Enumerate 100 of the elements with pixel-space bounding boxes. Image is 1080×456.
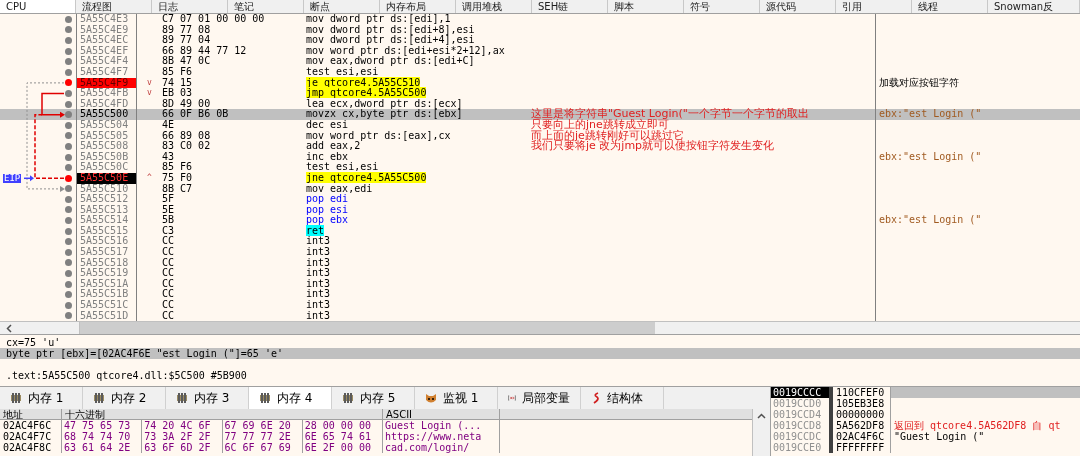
- address-cell: 5A55C500: [77, 109, 137, 120]
- address-cell: 5A55C504: [77, 119, 137, 131]
- instruction-cell: jne qtcore4.5A55C500: [306, 171, 427, 183]
- instruction-cell: int3: [306, 299, 331, 311]
- bytes-cell: 5E: [162, 203, 175, 215]
- bytes-cell: C3: [162, 224, 175, 236]
- memory-chip-icon: [342, 393, 354, 403]
- hex-cell: 28 00 00 00: [302, 420, 383, 431]
- bytes-cell: 4E: [162, 118, 175, 130]
- info-line: cx=75 'u': [5, 337, 62, 348]
- address-cell: 5A55C4F9: [77, 77, 137, 89]
- address-cell-text: 0019CCD0: [772, 398, 823, 409]
- address-cell: 5A55C51A: [77, 278, 137, 290]
- tab[interactable]: 内存 4: [249, 387, 332, 409]
- cat-face-icon: [425, 392, 437, 404]
- column-header[interactable]: 地址: [0, 409, 62, 419]
- bytes-cell: CC: [162, 246, 175, 258]
- value-cell: 5A562DF8: [833, 420, 891, 431]
- instruction-cell: mov dword ptr ds:[edi+4],esi: [306, 34, 475, 46]
- column-header[interactable]: ASCII: [383, 409, 500, 419]
- branch-arrow: v: [147, 88, 152, 98]
- instruction-cell: int3: [306, 309, 331, 321]
- address-cell: 5A55C516: [77, 236, 137, 248]
- memory-chip-icon: [93, 393, 105, 403]
- tab[interactable]: CPU: [0, 0, 76, 13]
- instruction-cell: int3: [306, 235, 331, 247]
- hex-cell: 63 6F 6D 2F: [142, 442, 223, 453]
- bytes-cell: 66 0F B6 0B: [162, 108, 229, 120]
- bytes-cell: CC: [162, 235, 175, 247]
- instruction-cell: int3: [306, 277, 331, 289]
- bytes-cell: 5B: [162, 214, 175, 226]
- scroll-up-icon[interactable]: [757, 413, 766, 419]
- address-cell: 5A55C512: [77, 194, 137, 205]
- instruction-cell: test esi,esi: [306, 65, 379, 77]
- address-cell: 5A55C518: [77, 257, 137, 269]
- instruction-cell: pop edi: [306, 193, 349, 205]
- address-cell: 5A55C50B: [77, 151, 137, 163]
- bytes-cell: CC: [162, 299, 175, 311]
- column-header[interactable]: 十六进制: [62, 409, 383, 419]
- memory-chip-icon: [176, 393, 188, 403]
- bytes-cell: 89 77 08: [162, 23, 211, 35]
- bytes-cell: 66 89 08: [162, 129, 211, 141]
- address-cell: 5A55C514: [77, 215, 137, 226]
- comment-cell-text: 返回到 qtcore4.5A562DF8 自 qt: [893, 420, 1062, 431]
- info-line: .text:5A55C500 qtcore4.dll:$5C500 #5B900: [5, 370, 248, 381]
- address-cell: 5A55C50C: [77, 162, 137, 173]
- value-cell: 00000000: [833, 409, 891, 420]
- hex-cell: 77 77 77 2E: [222, 431, 303, 442]
- address-cell: 02AC4F7C: [0, 431, 62, 442]
- instruction-cell: int3: [306, 267, 331, 279]
- instruction-cell: ret: [306, 224, 325, 236]
- address-cell: 5A55C515: [77, 225, 137, 237]
- instruction-cell: add eax,2: [306, 140, 361, 152]
- hex-cell: 74 20 4C 6F: [142, 420, 223, 431]
- bytes-cell: CC: [162, 277, 175, 289]
- instruction-cell: test esi,esi: [306, 161, 379, 173]
- instruction-cell: mov dword ptr ds:[edi+8],esi: [306, 23, 475, 35]
- hex-cell: 6C 6F 67 69: [222, 442, 303, 453]
- bytes-cell: 8D 49 00: [162, 97, 211, 109]
- scrollbar-thumb[interactable]: [80, 322, 655, 334]
- address-cell: 0019CCCC: [771, 387, 829, 398]
- instruction-cell: int3: [306, 246, 331, 258]
- address-cell-text: 0019CCDC: [772, 431, 823, 442]
- address-cell-text: 0019CCD8: [772, 420, 823, 431]
- ascii-cell: https://www.neta: [383, 431, 500, 442]
- instruction-cell: inc ebx: [306, 150, 349, 162]
- branch-arrow: ^: [147, 172, 152, 182]
- vertical-scrollbar[interactable]: [752, 409, 770, 456]
- address-cell: 5A55C4F7: [77, 66, 137, 78]
- instruction-cell: dec esi: [306, 118, 349, 130]
- bytes-cell: EB 03: [162, 87, 193, 99]
- instruction-cell: mov word ptr ds:[edi+esi*2+12],ax: [306, 44, 505, 56]
- address-cell: 5A55C510: [77, 183, 137, 195]
- hex-cell: 47 75 65 73: [62, 420, 143, 431]
- bytes-cell: CC: [162, 256, 175, 268]
- address-cell: 5A55C4F4: [77, 56, 137, 67]
- squiggle-icon: [591, 392, 601, 404]
- instruction-cell: int3: [306, 288, 331, 300]
- scroll-left-icon[interactable]: [6, 323, 12, 333]
- bytes-cell: 89 77 04: [162, 34, 211, 46]
- address-cell: 5A55C4E3: [77, 14, 137, 25]
- bytes-cell: 43: [162, 150, 175, 162]
- hex-cell: 67 69 6E 20: [222, 420, 303, 431]
- address-cell: 02AC4F8C: [0, 442, 62, 453]
- hex-cell: 73 3A 2F 2F: [142, 431, 223, 442]
- value-cell: 105EB3E8: [833, 398, 891, 409]
- ascii-cell: cad.com/login/: [383, 442, 500, 453]
- loop-jump-line: [34, 113, 65, 180]
- bytes-cell: 85 F6: [162, 65, 193, 77]
- selected-row[interactable]: 5A55C500 66 0F B6 0B movzx cx,byte ptr ds:[ebx] 这里是将字符串"Guest Login("一个字节一个字节的取出 ebx:"est Login (": [0, 109, 1080, 120]
- address-cell: 5A55C51C: [77, 300, 137, 311]
- bytes-cell: 66 89 44 77 12: [162, 44, 247, 56]
- instruction-cell: pop ebx: [306, 214, 349, 226]
- bytes-cell: CC: [162, 288, 175, 300]
- address-cell-text: 0019CCE0: [772, 442, 823, 453]
- comment-cell-text: "Guest Login (": [893, 431, 985, 442]
- instruction-cell: lea ecx,dword ptr ds:[ecx]: [306, 97, 463, 109]
- memory-chip-icon: [10, 393, 22, 403]
- instruction-cell: movzx cx,byte ptr ds:[ebx]: [306, 108, 463, 120]
- address-cell: 5A55C505: [77, 130, 137, 142]
